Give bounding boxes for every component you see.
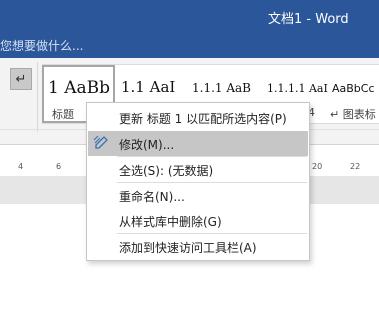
tell-me-bar[interactable]: 您想要做什么...	[0, 33, 379, 58]
menu-item-remove-from-gallery[interactable]: 从样式库中删除(G)	[88, 208, 308, 233]
menu-item-label: 更新 标题 1 以匹配所选内容(P)	[119, 112, 287, 126]
menu-item-label: 全选(S): (无数据)	[119, 164, 214, 178]
style-name: ↵ 图表标	[330, 108, 376, 121]
style-name: 标题	[52, 108, 74, 121]
style-context-menu: 更新 标题 1 以匹配所选内容(P) 修改(M)... 全选(S): (无数据)…	[86, 102, 310, 261]
style-preview: 1.1.1.1 AaI	[267, 82, 328, 95]
menu-item-rename[interactable]: 重命名(N)...	[88, 183, 308, 208]
window-title: 文档1 - Word	[268, 12, 349, 27]
menu-item-select-all[interactable]: 全选(S): (无数据)	[88, 157, 308, 182]
style-preview: 1.1.1 AaB	[192, 81, 251, 95]
ruler-label: 6	[56, 162, 62, 171]
style-preview: 1 AaBb	[48, 78, 111, 98]
style-preview: 1.1 AaI	[121, 78, 176, 96]
paragraph-mark-icon[interactable]: ↵	[10, 68, 32, 90]
ruler-label: 4	[18, 162, 24, 171]
menu-item-modify[interactable]: 修改(M)...	[88, 131, 308, 156]
modify-style-icon	[93, 135, 108, 149]
style-preview: AaBbCc	[332, 82, 375, 95]
menu-item-update-style[interactable]: 更新 标题 1 以匹配所选内容(P)	[88, 105, 308, 130]
menu-item-add-to-quick-access[interactable]: 添加到快速访问工具栏(A)	[88, 234, 308, 259]
ruler-label: 22	[350, 162, 361, 171]
ribbon-divider	[37, 62, 38, 132]
menu-item-label: 修改(M)...	[119, 138, 175, 152]
menu-item-label: 添加到快速访问工具栏(A)	[119, 241, 257, 255]
menu-item-label: 重命名(N)...	[119, 190, 185, 204]
menu-item-label: 从样式库中删除(G)	[119, 215, 222, 229]
title-bar: 文档1 - Word	[0, 0, 379, 33]
ruler-label: 20	[312, 162, 323, 171]
style-caption[interactable]: AaBbCc ↵ 图表标	[330, 65, 379, 123]
tell-me-input[interactable]: 您想要做什么...	[0, 37, 83, 54]
